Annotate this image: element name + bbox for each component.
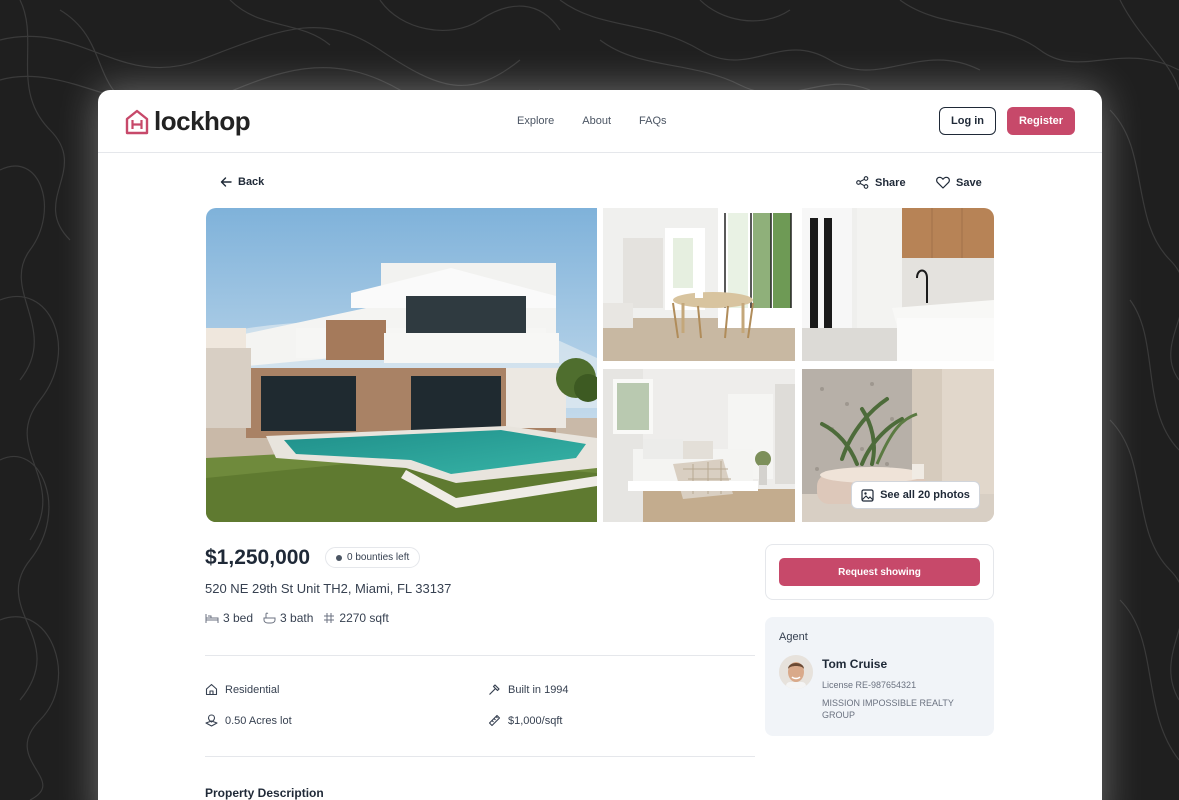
bounties-label: 0 bounties left: [347, 552, 410, 563]
land-plot-icon: [205, 714, 218, 727]
feature-lot: 0.50 Acres lot: [205, 714, 292, 727]
feature-type: Residential: [205, 683, 279, 696]
login-button[interactable]: Log in: [939, 107, 996, 135]
share-icon: [856, 176, 869, 189]
agent-section-label: Agent: [779, 631, 808, 643]
see-all-photos-button[interactable]: See all 20 photos: [851, 481, 980, 509]
request-showing-button[interactable]: Request showing: [779, 558, 980, 586]
agent-name[interactable]: Tom Cruise: [822, 657, 887, 671]
agent-card: Agent Tom Cruise License RE-987654321 MI…: [765, 617, 994, 736]
area-grid-icon: [324, 613, 335, 623]
photo-dining[interactable]: [603, 208, 795, 361]
agent-company: MISSION IMPOSSIBLE REALTY GROUP: [822, 698, 954, 720]
logo-text: lockhop: [154, 106, 251, 136]
heart-icon: [936, 176, 950, 189]
arrow-left-icon: [220, 177, 232, 187]
save-button[interactable]: Save: [936, 176, 982, 189]
sqft-label: 2270 sqft: [339, 611, 389, 625]
feature-price-sqft-label: $1,000/sqft: [508, 714, 563, 727]
top-navbar: lockhop Explore About FAQs Log in Regist…: [98, 90, 1102, 153]
ruler-icon: [488, 714, 501, 727]
share-button[interactable]: Share: [856, 176, 906, 189]
see-all-photos-label: See all 20 photos: [880, 489, 970, 501]
register-button[interactable]: Register: [1007, 107, 1075, 135]
feature-built-label: Built in 1994: [508, 683, 569, 696]
section-divider: [205, 756, 755, 757]
bathtub-icon: [263, 612, 276, 624]
nav-link-faqs[interactable]: FAQs: [639, 115, 667, 127]
photo-gallery: [206, 208, 994, 522]
nav-link-about[interactable]: About: [582, 115, 611, 127]
bed-icon: [205, 613, 219, 623]
agent-license: License RE-987654321: [822, 680, 917, 690]
home-icon: [205, 683, 218, 696]
share-label: Share: [875, 176, 906, 189]
feature-lot-label: 0.50 Acres lot: [225, 714, 292, 727]
back-label: Back: [238, 176, 265, 188]
feature-built: Built in 1994: [488, 683, 569, 696]
listing-price: $1,250,000: [205, 546, 311, 569]
request-showing-card: Request showing: [765, 544, 994, 600]
photo-bedroom[interactable]: [603, 369, 795, 522]
property-description-heading: Property Description: [205, 786, 324, 800]
photo-exterior[interactable]: [206, 208, 597, 522]
back-button[interactable]: Back: [220, 176, 264, 188]
spec-baths: 3 bath: [263, 611, 313, 625]
listing-address: 520 NE 29th St Unit TH2, Miami, FL 33137: [205, 581, 452, 596]
save-label: Save: [956, 176, 982, 189]
beds-label: 3 bed: [223, 611, 254, 625]
spec-sqft: 2270 sqft: [323, 611, 389, 625]
agent-avatar[interactable]: [779, 655, 813, 689]
feature-type-label: Residential: [225, 683, 280, 696]
app-window: lockhop Explore About FAQs Log in Regist…: [98, 90, 1102, 800]
listing-specs: 3 bed 3 bath 2270 sqft: [205, 611, 389, 625]
section-divider: [205, 655, 755, 656]
photo-kitchen[interactable]: [802, 208, 994, 361]
bounties-badge: 0 bounties left: [325, 547, 421, 568]
spec-beds: 3 bed: [205, 611, 253, 625]
nav-link-explore[interactable]: Explore: [517, 115, 554, 127]
baths-label: 3 bath: [280, 611, 314, 625]
image-icon: [861, 488, 874, 502]
logo-house-icon: [125, 109, 149, 134]
status-dot: [336, 554, 342, 561]
nav-links: Explore About FAQs: [517, 115, 667, 127]
hammer-icon: [489, 684, 500, 695]
listing-toolbar: Back Share Save: [98, 174, 1102, 194]
logo[interactable]: lockhop: [125, 106, 251, 137]
feature-price-sqft: $1,000/sqft: [488, 714, 562, 727]
